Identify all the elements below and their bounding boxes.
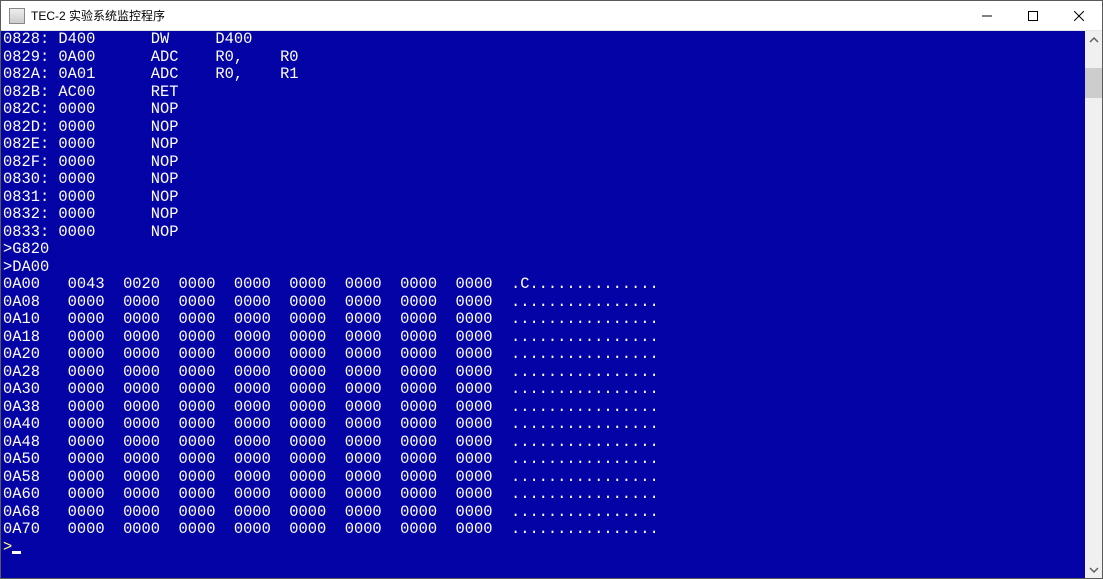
- scroll-up-button[interactable]: [1085, 31, 1102, 48]
- minimize-icon: [982, 11, 992, 21]
- minimize-button[interactable]: [964, 1, 1010, 31]
- app-window: TEC-2 实验系统监控程序 0828: D400 DW D400 0829: …: [0, 0, 1103, 579]
- scroll-thumb[interactable]: [1085, 68, 1102, 98]
- scroll-down-button[interactable]: [1085, 561, 1102, 578]
- prompt: >: [3, 538, 12, 556]
- maximize-icon: [1028, 11, 1038, 21]
- title-bar[interactable]: TEC-2 实验系统监控程序: [1, 1, 1102, 31]
- close-button[interactable]: [1056, 1, 1102, 31]
- close-icon: [1074, 11, 1084, 21]
- cursor: [12, 551, 21, 554]
- app-icon: [9, 8, 25, 24]
- maximize-button[interactable]: [1010, 1, 1056, 31]
- scroll-track[interactable]: [1085, 48, 1102, 561]
- chevron-up-icon: [1089, 35, 1099, 45]
- window-title: TEC-2 实验系统监控程序: [31, 7, 165, 24]
- terminal-output[interactable]: 0828: D400 DW D400 0829: 0A00 ADC R0, R0…: [1, 31, 1085, 578]
- chevron-down-icon: [1089, 565, 1099, 575]
- vertical-scrollbar[interactable]: [1085, 31, 1102, 578]
- client-area: 0828: D400 DW D400 0829: 0A00 ADC R0, R0…: [1, 31, 1102, 578]
